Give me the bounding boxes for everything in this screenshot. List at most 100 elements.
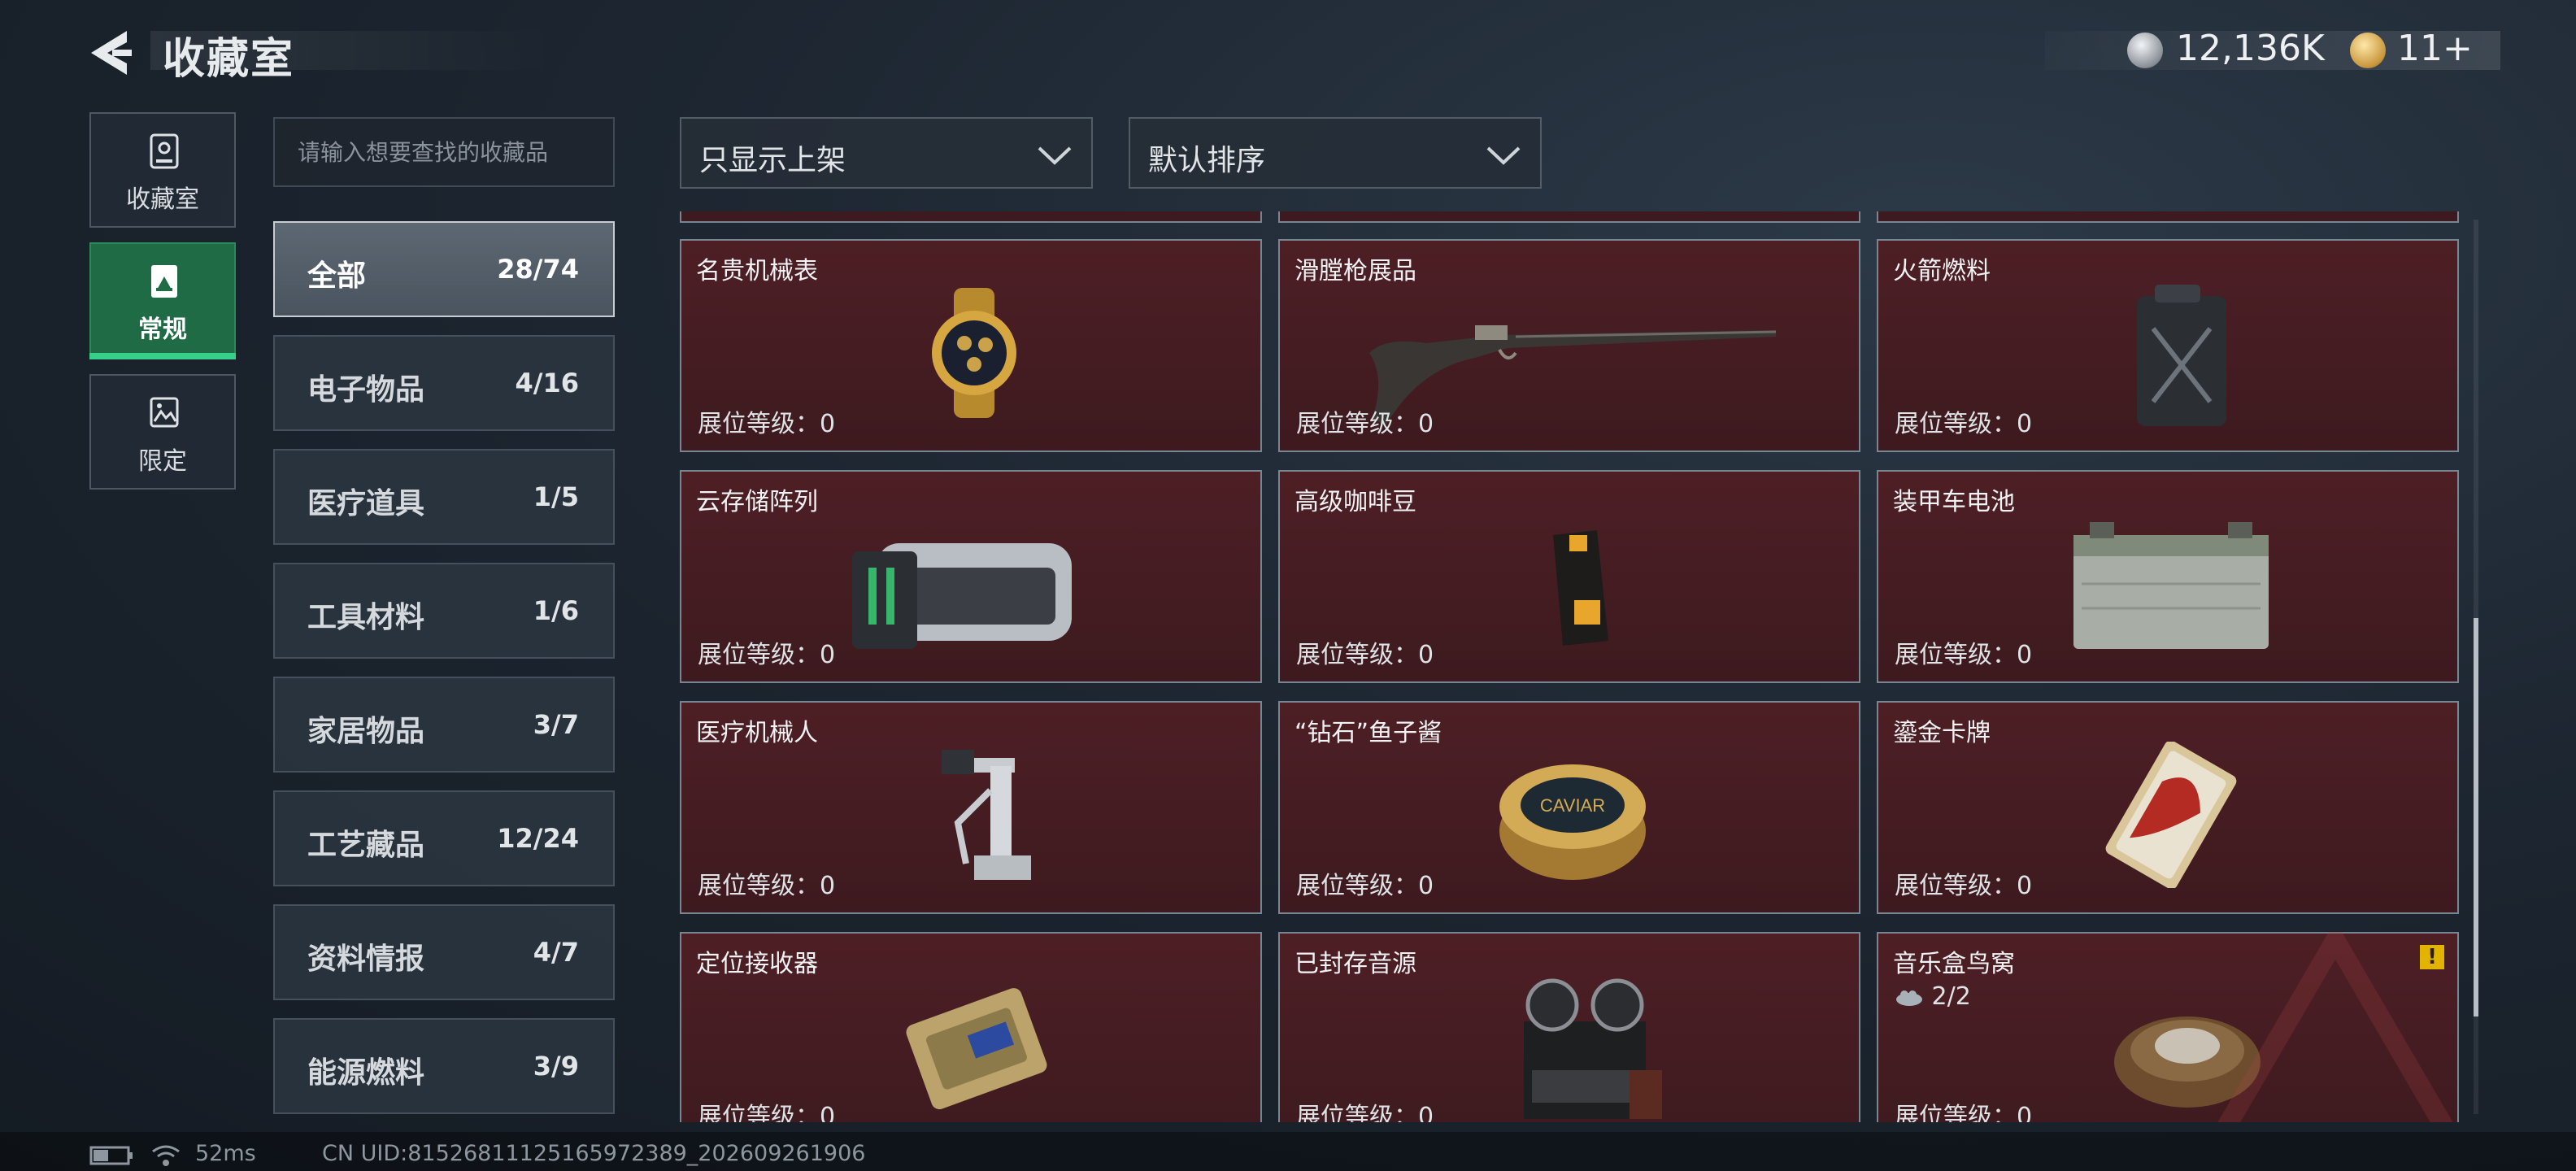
category-name: 全部: [307, 259, 367, 293]
item-name: 医疗机械人: [696, 719, 818, 747]
category-count: 28/74: [497, 254, 579, 285]
item-card[interactable]: 高级咖啡豆 展位等级：0: [1278, 470, 1860, 683]
limited-picture-icon: [150, 397, 179, 428]
nav-limited[interactable]: 限定: [89, 374, 236, 490]
back-button[interactable]: [88, 28, 137, 78]
category-name: 家居物品: [307, 715, 425, 748]
item-level: 展位等级：0: [1296, 1103, 1434, 1122]
sort-value: 默认排序: [1148, 144, 1266, 177]
show-filter-value: 只显示上架: [699, 144, 846, 177]
regular-frame-icon: [151, 265, 177, 298]
item-level: 展位等级：0: [1895, 641, 2033, 669]
active-nav-underline: [89, 353, 236, 359]
item-level: 展位等级：0: [698, 872, 836, 900]
category-count: 1/6: [533, 595, 579, 626]
item-card[interactable]: 云存储阵列 展位等级：0: [680, 470, 1262, 683]
chevron-down-icon: [1038, 146, 1072, 165]
item-level: 展位等级：0: [1296, 410, 1434, 438]
item-name: 高级咖啡豆: [1295, 488, 1416, 516]
item-card[interactable]: 装甲车电池 展位等级：0: [1877, 470, 2459, 683]
card-peek: [1877, 211, 2459, 223]
medical-robot-icon: [942, 750, 1031, 880]
search-input[interactable]: [273, 117, 615, 187]
collection-grid: 名贵机械表 展位等级：0 滑膛枪展品 展位等级：0 火箭燃料 展位等级：0 云存…: [677, 211, 2462, 1122]
card-peek: [680, 211, 1262, 223]
item-name: 音乐盒鸟窝: [1893, 950, 2015, 978]
gem-amount[interactable]: 11+: [2397, 28, 2473, 69]
caviar-tin-icon: CAVIAR: [1499, 764, 1646, 880]
caviar-label: CAVIAR: [1540, 795, 1605, 816]
nav-regular-label: 常规: [138, 316, 187, 344]
item-card[interactable]: 名贵机械表 展位等级：0: [680, 239, 1262, 452]
category-medical[interactable]: 医疗道具 1/5: [273, 449, 615, 545]
nav-limited-label: 限定: [138, 447, 187, 476]
item-card[interactable]: 滑膛枪展品 展位等级：0: [1278, 239, 1860, 452]
nav-collection-label: 收藏室: [126, 185, 199, 214]
category-tools[interactable]: 工具材料 1/6: [273, 563, 615, 659]
category-count: 3/7: [533, 709, 579, 740]
show-filter-dropdown[interactable]: 只显示上架: [680, 117, 1093, 189]
page-title: 收藏室: [163, 35, 295, 84]
category-count: 4/16: [515, 368, 579, 398]
nav-collection-room[interactable]: 收藏室: [89, 112, 236, 228]
category-intel[interactable]: 资料情报 4/7: [273, 904, 615, 1000]
back-arrow-icon: [91, 31, 132, 75]
item-level: 展位等级：0: [1895, 872, 2033, 900]
item-level: 展位等级：0: [1895, 1103, 2033, 1122]
nav-regular[interactable]: 常规: [89, 242, 236, 358]
category-name: 工艺藏品: [307, 829, 425, 862]
sort-dropdown[interactable]: 默认排序: [1129, 117, 1542, 189]
item-card[interactable]: 火箭燃料 展位等级：0: [1877, 239, 2459, 452]
watermark-logo: [2217, 932, 2453, 1122]
item-card[interactable]: 鎏金卡牌 展位等级：0: [1877, 701, 2459, 914]
item-card[interactable]: 音乐盒鸟窝 2/2 ! 展位等级：0: [1877, 932, 2459, 1122]
item-card[interactable]: 定位接收器 展位等级：0: [680, 932, 1262, 1122]
nest-icon: [1896, 990, 1922, 1006]
item-level: 展位等级：0: [1296, 872, 1434, 900]
nest-count: 2/2: [1931, 982, 1971, 1011]
item-level: 展位等级：0: [698, 1103, 836, 1122]
category-count: 1/5: [533, 481, 579, 512]
coffee-bag-icon: [1553, 530, 1608, 646]
category-electronics[interactable]: 电子物品 4/16: [273, 335, 615, 431]
storage-array-icon: [852, 543, 1072, 649]
item-name: 名贵机械表: [696, 257, 818, 285]
category-name: 能源燃料: [307, 1056, 425, 1090]
category-energy[interactable]: 能源燃料 3/9: [273, 1018, 615, 1114]
coin-icon: [2127, 33, 2163, 68]
category-name: 医疗道具: [307, 487, 425, 520]
wifi-icon: [152, 1145, 180, 1166]
progress-count: 2/2: [1895, 982, 1971, 1011]
item-name: 云存储阵列: [696, 488, 818, 516]
gem-icon: [2350, 33, 2386, 68]
item-name: 已封存音源: [1295, 950, 1416, 978]
item-name: 鎏金卡牌: [1893, 719, 1991, 747]
item-card[interactable]: “钻石”鱼子酱 CAVIAR 展位等级：0: [1278, 701, 1860, 914]
tape-recorder-icon: [1524, 978, 1662, 1119]
category-crafts[interactable]: 工艺藏品 12/24: [273, 790, 615, 886]
item-name: 火箭燃料: [1893, 257, 1991, 285]
ping-value: 52ms: [195, 1141, 256, 1166]
item-level: 展位等级：0: [698, 641, 836, 669]
category-count: 12/24: [497, 823, 579, 854]
item-level: 展位等级：0: [1296, 641, 1434, 669]
item-card[interactable]: 医疗机械人 展位等级：0: [680, 701, 1262, 914]
coin-amount: 12,136K: [2176, 28, 2325, 69]
item-name: 装甲车电池: [1893, 488, 2015, 516]
item-name: “钻石”鱼子酱: [1295, 719, 1442, 747]
uid-text: CN UID:8152681112516597238​9_20260926190…: [322, 1141, 866, 1166]
chevron-down-icon: [1486, 146, 1521, 165]
grid-scrollbar-thumb[interactable]: [2474, 618, 2478, 1016]
battery-icon: [2073, 522, 2269, 649]
category-count: 4/7: [533, 937, 579, 968]
category-household[interactable]: 家居物品 3/7: [273, 677, 615, 773]
item-name: 定位接收器: [696, 950, 818, 978]
fuel-canister-icon: [2137, 285, 2226, 426]
category-name: 资料情报: [307, 942, 425, 976]
watch-icon: [932, 288, 1016, 418]
category-count: 3/9: [533, 1051, 579, 1082]
item-card[interactable]: 已封存音源 展位等级：0: [1278, 932, 1860, 1122]
category-all[interactable]: 全部 28/74: [273, 221, 615, 317]
category-name: 电子物品: [307, 373, 425, 407]
category-name: 工具材料: [307, 601, 425, 634]
